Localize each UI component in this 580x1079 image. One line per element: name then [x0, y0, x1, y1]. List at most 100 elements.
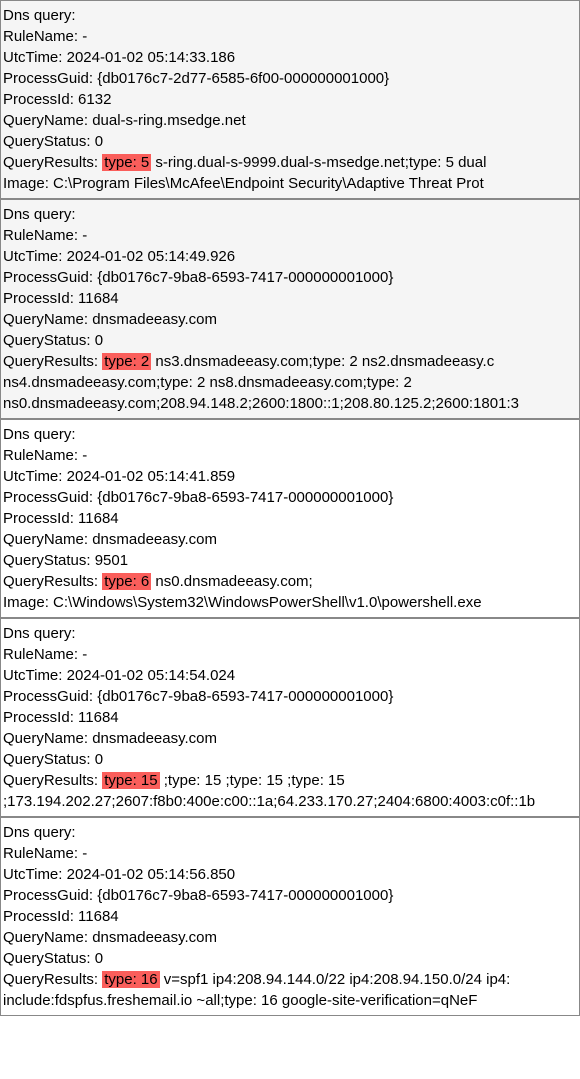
query-status: QueryStatus: 9501 [3, 550, 577, 571]
rule-name-value: - [78, 447, 87, 464]
type-highlight: type: 6 [102, 573, 151, 590]
query-name: QueryName: dnsmadeeasy.com [3, 728, 577, 749]
process-id-label: ProcessId: [3, 510, 74, 527]
query-results-cont: ;173.194.202.27;2607:f8b0:400e:c00::1a;6… [3, 791, 577, 812]
process-guid: ProcessGuid: {db0176c7-9ba8-6593-7417-00… [3, 686, 577, 707]
query-status: QueryStatus: 0 [3, 948, 577, 969]
process-id-label: ProcessId: [3, 290, 74, 307]
utc-time: UtcTime: 2024-01-02 05:14:54.024 [3, 665, 577, 686]
utc-time: UtcTime: 2024-01-02 05:14:49.926 [3, 246, 577, 267]
rule-name-label: RuleName: [3, 845, 78, 862]
query-results-label: QueryResults: [3, 573, 98, 590]
query-name: QueryName: dnsmadeeasy.com [3, 309, 577, 330]
process-guid-value: {db0176c7-2d77-6585-6f00-000000001000} [93, 70, 389, 87]
query-results-label: QueryResults: [3, 154, 98, 171]
query-name-value: dnsmadeeasy.com [88, 929, 217, 946]
log-title: Dns query: [3, 822, 577, 843]
utc-time: UtcTime: 2024-01-02 05:14:41.859 [3, 466, 577, 487]
query-name-label: QueryName: [3, 112, 88, 129]
query-results-cont: include:fdspfus.freshemail.io ~all;type:… [3, 990, 577, 1011]
log-entry: Dns query:RuleName: -UtcTime: 2024-01-02… [0, 199, 580, 419]
rule-name: RuleName: - [3, 644, 577, 665]
query-status-value: 9501 [91, 552, 129, 569]
rule-name: RuleName: - [3, 26, 577, 47]
process-id-value: 11684 [74, 908, 119, 925]
query-results-label: QueryResults: [3, 772, 98, 789]
process-guid-value: {db0176c7-9ba8-6593-7417-000000001000} [93, 489, 393, 506]
process-id: ProcessId: 11684 [3, 707, 577, 728]
query-results: QueryResults: type: 6 ns0.dnsmadeeasy.co… [3, 571, 577, 592]
query-status-value: 0 [91, 332, 104, 349]
process-guid: ProcessGuid: {db0176c7-2d77-6585-6f00-00… [3, 68, 577, 89]
query-name-label: QueryName: [3, 929, 88, 946]
query-results-label: QueryResults: [3, 971, 98, 988]
type-highlight: type: 16 [102, 971, 159, 988]
rule-name-label: RuleName: [3, 447, 78, 464]
process-id-value: 6132 [74, 91, 112, 108]
query-name: QueryName: dual-s-ring.msedge.net [3, 110, 577, 131]
query-results-rest: ns3.dnsmadeeasy.com;type: 2 ns2.dnsmadee… [151, 353, 494, 370]
process-guid-value: {db0176c7-9ba8-6593-7417-000000001000} [93, 887, 393, 904]
query-status-label: QueryStatus: [3, 552, 91, 569]
image-path: Image: C:\Program Files\McAfee\Endpoint … [3, 173, 577, 194]
process-id: ProcessId: 11684 [3, 906, 577, 927]
log-entry: Dns query:RuleName: -UtcTime: 2024-01-02… [0, 817, 580, 1016]
query-results: QueryResults: type: 2 ns3.dnsmadeeasy.co… [3, 351, 577, 372]
utc-time-value: 2024-01-02 05:14:41.859 [62, 468, 235, 485]
query-status-label: QueryStatus: [3, 332, 91, 349]
type-highlight: type: 15 [102, 772, 159, 789]
process-id-label: ProcessId: [3, 91, 74, 108]
query-status-value: 0 [91, 133, 104, 150]
image-path-label: Image: [3, 175, 49, 192]
query-results-cont: ns0.dnsmadeeasy.com;208.94.148.2;2600:18… [3, 393, 577, 414]
query-name-label: QueryName: [3, 311, 88, 328]
utc-time-value: 2024-01-02 05:14:33.186 [62, 49, 235, 66]
log-entry: Dns query:RuleName: -UtcTime: 2024-01-02… [0, 0, 580, 199]
log-title: Dns query: [3, 5, 577, 26]
process-id-label: ProcessId: [3, 908, 74, 925]
process-guid: ProcessGuid: {db0176c7-9ba8-6593-7417-00… [3, 267, 577, 288]
rule-name: RuleName: - [3, 843, 577, 864]
rule-name-value: - [78, 845, 87, 862]
query-name-label: QueryName: [3, 531, 88, 548]
query-results: QueryResults: type: 5 s-ring.dual-s-9999… [3, 152, 577, 173]
rule-name: RuleName: - [3, 445, 577, 466]
process-id-value: 11684 [74, 290, 119, 307]
rule-name-label: RuleName: [3, 227, 78, 244]
process-id-value: 11684 [74, 510, 119, 527]
query-status: QueryStatus: 0 [3, 749, 577, 770]
utc-time-value: 2024-01-02 05:14:56.850 [62, 866, 235, 883]
rule-name-label: RuleName: [3, 28, 78, 45]
query-name: QueryName: dnsmadeeasy.com [3, 529, 577, 550]
process-id: ProcessId: 11684 [3, 288, 577, 309]
process-guid: ProcessGuid: {db0176c7-9ba8-6593-7417-00… [3, 885, 577, 906]
log-title: Dns query: [3, 204, 577, 225]
process-guid-label: ProcessGuid: [3, 688, 93, 705]
utc-time-label: UtcTime: [3, 468, 62, 485]
query-name-label: QueryName: [3, 730, 88, 747]
process-guid-label: ProcessGuid: [3, 70, 93, 87]
utc-time: UtcTime: 2024-01-02 05:14:56.850 [3, 864, 577, 885]
rule-name-value: - [78, 646, 87, 663]
image-path-value: C:\Windows\System32\WindowsPowerShell\v1… [49, 594, 482, 611]
process-guid-label: ProcessGuid: [3, 489, 93, 506]
log-entry: Dns query:RuleName: -UtcTime: 2024-01-02… [0, 618, 580, 817]
query-name-value: dnsmadeeasy.com [88, 311, 217, 328]
query-results-rest: ;type: 15 ;type: 15 ;type: 15 [160, 772, 345, 789]
query-results-rest: v=spf1 ip4:208.94.144.0/22 ip4:208.94.15… [160, 971, 511, 988]
query-name-value: dnsmadeeasy.com [88, 730, 217, 747]
query-results-rest: ns0.dnsmadeeasy.com; [151, 573, 312, 590]
image-path: Image: C:\Windows\System32\WindowsPowerS… [3, 592, 577, 613]
image-path-value: C:\Program Files\McAfee\Endpoint Securit… [49, 175, 484, 192]
process-guid: ProcessGuid: {db0176c7-9ba8-6593-7417-00… [3, 487, 577, 508]
process-id: ProcessId: 6132 [3, 89, 577, 110]
query-results-rest: s-ring.dual-s-9999.dual-s-msedge.net;typ… [151, 154, 486, 171]
process-guid-value: {db0176c7-9ba8-6593-7417-000000001000} [93, 269, 393, 286]
log-title: Dns query: [3, 623, 577, 644]
query-status-label: QueryStatus: [3, 950, 91, 967]
process-id-label: ProcessId: [3, 709, 74, 726]
query-results-cont: ns4.dnsmadeeasy.com;type: 2 ns8.dnsmadee… [3, 372, 577, 393]
rule-name-label: RuleName: [3, 646, 78, 663]
rule-name: RuleName: - [3, 225, 577, 246]
query-status-label: QueryStatus: [3, 133, 91, 150]
